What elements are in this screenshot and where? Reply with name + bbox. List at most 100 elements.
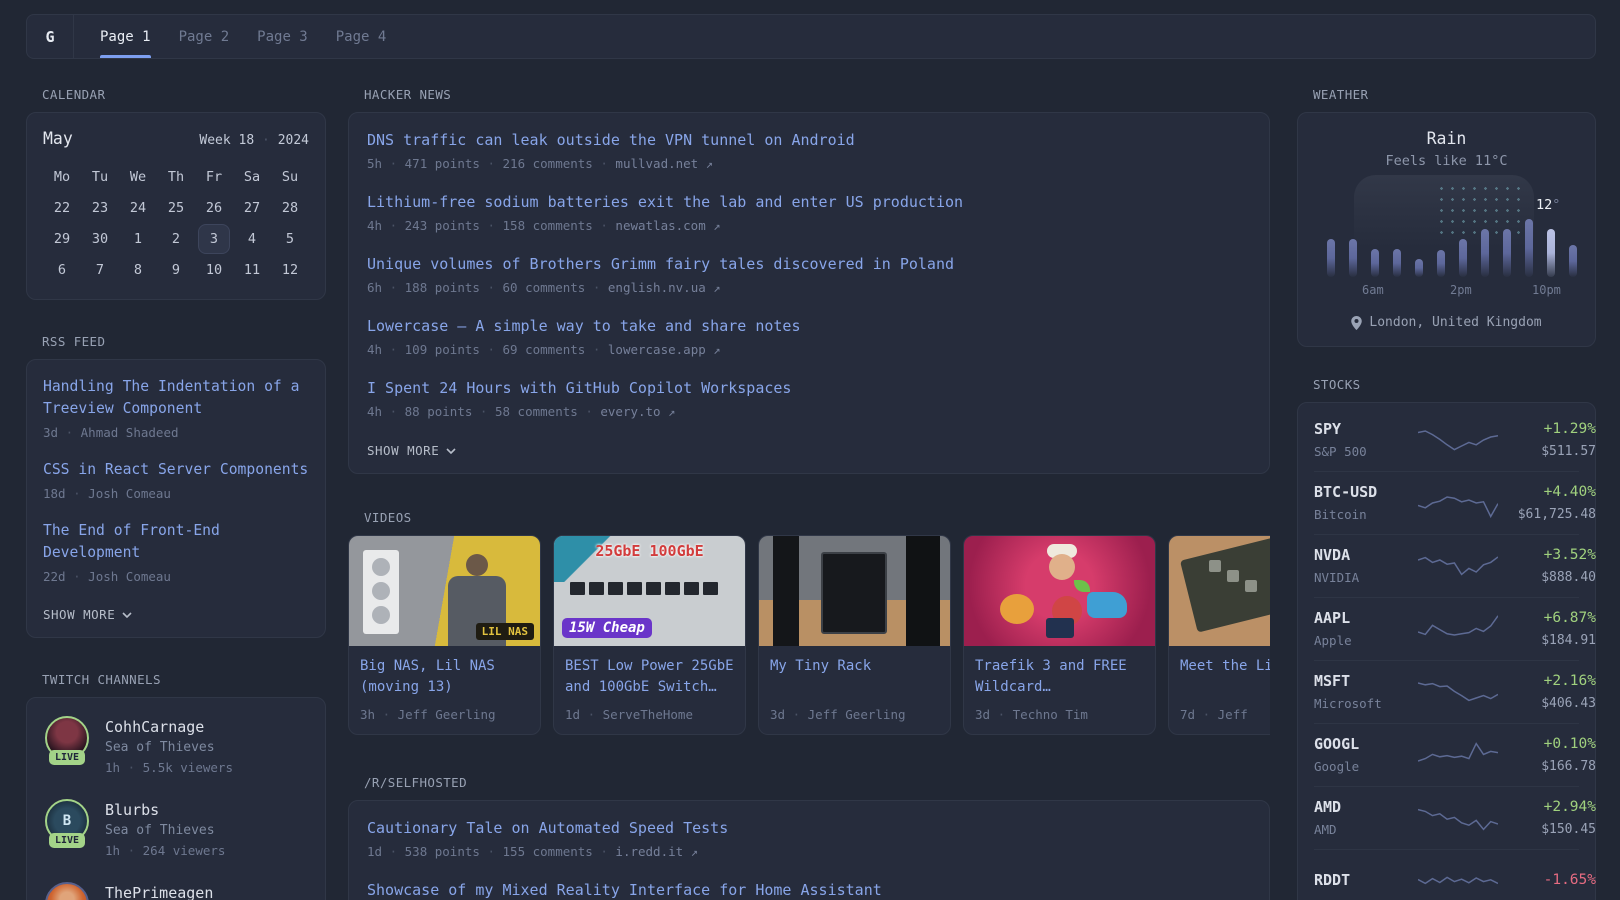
hn-item-title[interactable]: Unique volumes of Brothers Grimm fairy t… [367,253,1251,275]
stock-company: AMD [1314,820,1418,839]
video-meta: 3d · Techno Tim [975,707,1144,722]
external-link-icon: ↗ [713,219,720,233]
tab-page-2[interactable]: Page 2 [165,15,244,58]
stock-row[interactable]: AMDAMD +2.94%$150.45 [1314,786,1579,849]
app-logo[interactable]: G [27,15,74,58]
hn-item-meta: 4h · 109 points · 69 comments · lowercas… [367,340,1251,360]
hn-show-more-button[interactable]: SHOW MORE [367,443,456,458]
stock-symbol: BTC-USD [1314,482,1418,503]
tab-page-4[interactable]: Page 4 [322,15,401,58]
weather-time-axis: 6am 2pm 10pm [1316,283,1577,299]
stock-symbol: SPY [1314,419,1418,440]
channel-name[interactable]: ThePrimeagen [105,882,213,900]
stock-company: Bitcoin [1314,505,1418,524]
channel-name[interactable]: CohhCarnage [105,716,233,738]
tab-page-3[interactable]: Page 3 [243,15,322,58]
hn-item-domain[interactable]: every.to [600,404,660,419]
stock-price: $150.45 [1498,820,1596,839]
rss-item-title[interactable]: Handling The Indentation of a Treeview C… [43,376,309,420]
rss-feed-widget: Handling The Indentation of a Treeview C… [26,359,326,638]
stock-change: +2.16% [1498,671,1596,692]
video-card[interactable]: FAS Meet the Linux Clu 7d · Jeff [1168,535,1270,735]
weather-bar [1349,239,1357,277]
calendar-week-year: Week 18 · 2024 [199,133,309,148]
rss-show-more-button[interactable]: SHOW MORE [43,607,132,622]
channel-name[interactable]: Blurbs [105,799,225,821]
video-card[interactable]: My Tiny Rack 3d · Jeff Geerling [758,535,951,735]
video-thumbnail: FAS [1169,536,1270,646]
calendar-day: 9 [157,255,195,285]
hn-item-domain[interactable]: lowercase.app [608,342,706,357]
video-thumbnail: 25GbE 100GbE 15W Cheap [554,536,745,646]
video-title[interactable]: My Tiny Rack [770,656,939,702]
twitch-header: TWITCH CHANNELS [42,672,326,687]
stock-symbol: GOOGL [1314,734,1418,755]
stock-price: $61,725.48 [1498,505,1596,524]
stock-row[interactable]: RDDT -1.65% [1314,849,1579,900]
hn-item-meta: 6h · 188 points · 60 comments · english.… [367,278,1251,298]
external-link-icon: ↗ [713,343,720,357]
video-title[interactable]: Big NAS, Lil NAS (moving 13) [360,656,529,702]
calendar-day: 28 [271,193,309,223]
hn-item-domain[interactable]: mullvad.net [615,156,698,171]
calendar-day: 4 [233,224,271,254]
channel-avatar [45,882,89,900]
hn-item-title[interactable]: Lowercase – A simple way to take and sha… [367,315,1251,337]
live-badge: LIVE [49,833,85,848]
video-meta: 3d · Jeff Geerling [770,707,939,722]
twitch-channel[interactable]: LIVE CohhCarnage Sea of Thieves 1h · 5.5… [43,716,309,777]
external-link-icon: ↗ [668,405,675,419]
rss-item-title[interactable]: CSS in React Server Components [43,459,309,481]
video-title[interactable]: BEST Low Power 25GbE and 100GbE Switch… [565,656,734,702]
video-title[interactable]: Meet the Linux Clu [1180,656,1270,702]
calendar-day: 29 [43,224,81,254]
video-card[interactable]: Traefik 3 and FREE Wildcard… 3d · Techno… [963,535,1156,735]
calendar-day: 26 [195,193,233,223]
weather-location: London, United Kingdom [1316,315,1577,330]
current-temp-label: 12° [1536,197,1560,213]
reddit-item-title[interactable]: Cautionary Tale on Automated Speed Tests [367,817,1251,839]
stock-sparkline [1418,486,1498,520]
video-thumbnail [964,536,1155,646]
video-card[interactable]: 25GbE 100GbE 15W Cheap BEST Low Power 25… [553,535,746,735]
rss-item-title[interactable]: The End of Front-End Development [43,520,309,564]
top-nav: G Page 1 Page 2 Page 3 Page 4 [26,14,1596,59]
video-title[interactable]: Traefik 3 and FREE Wildcard… [975,656,1144,702]
stock-row[interactable]: GOOGLGoogle +0.10%$166.78 [1314,723,1579,786]
stock-change: -1.65% [1498,870,1596,891]
rss-item: Handling The Indentation of a Treeview C… [43,376,309,442]
channel-viewers: 1h · 264 viewers [105,841,225,860]
hn-item-domain[interactable]: newatlas.com [615,218,705,233]
tab-page-1[interactable]: Page 1 [86,15,165,58]
video-card[interactable]: LIL NAS Big NAS, Lil NAS (moving 13) 3h … [348,535,541,735]
stock-row[interactable]: MSFTMicrosoft +2.16%$406.43 [1314,660,1579,723]
weather-bar [1547,229,1555,277]
weather-feels-like: Feels like 11°C [1316,153,1577,169]
rss-item-meta: 18d · Josh Comeau [43,484,309,503]
hn-item-meta: 4h · 88 points · 58 comments · every.to … [367,402,1251,422]
stock-change: +0.10% [1498,734,1596,755]
calendar-header: CALENDAR [42,87,326,102]
stock-row[interactable]: SPYS&P 500 +1.29%$511.57 [1314,408,1579,471]
stock-price: $511.57 [1498,442,1596,461]
hn-item-title[interactable]: Lithium-free sodium batteries exit the l… [367,191,1251,213]
stock-row[interactable]: AAPLApple +6.87%$184.91 [1314,597,1579,660]
hn-item-title[interactable]: DNS traffic can leak outside the VPN tun… [367,129,1251,151]
weather-bar [1503,229,1511,277]
stock-row[interactable]: NVDANVIDIA +3.52%$888.40 [1314,534,1579,597]
page-tabs: Page 1 Page 2 Page 3 Page 4 [86,15,400,58]
calendar-day: 23 [81,193,119,223]
calendar-day: 2 [157,224,195,254]
weather-bar-chart: 12° [1316,181,1577,277]
hn-item-domain[interactable]: english.nv.ua [608,280,706,295]
video-meta: 7d · Jeff [1180,707,1270,722]
stock-row[interactable]: BTC-USDBitcoin +4.40%$61,725.48 [1314,471,1579,534]
reddit-item-title[interactable]: Showcase of my Mixed Reality Interface f… [367,879,1251,900]
left-column: CALENDAR May Week 18 · 2024 Mo Tu We Th … [26,87,326,900]
reddit-item-domain[interactable]: i.redd.it [615,844,683,859]
twitch-channel[interactable]: ThePrimeagen [43,882,309,900]
hn-item-title[interactable]: I Spent 24 Hours with GitHub Copilot Wor… [367,377,1251,399]
twitch-widget: LIVE CohhCarnage Sea of Thieves 1h · 5.5… [26,697,326,900]
rss-item-meta: 22d · Josh Comeau [43,567,309,586]
twitch-channel[interactable]: B LIVE Blurbs Sea of Thieves 1h · 264 vi… [43,799,309,860]
